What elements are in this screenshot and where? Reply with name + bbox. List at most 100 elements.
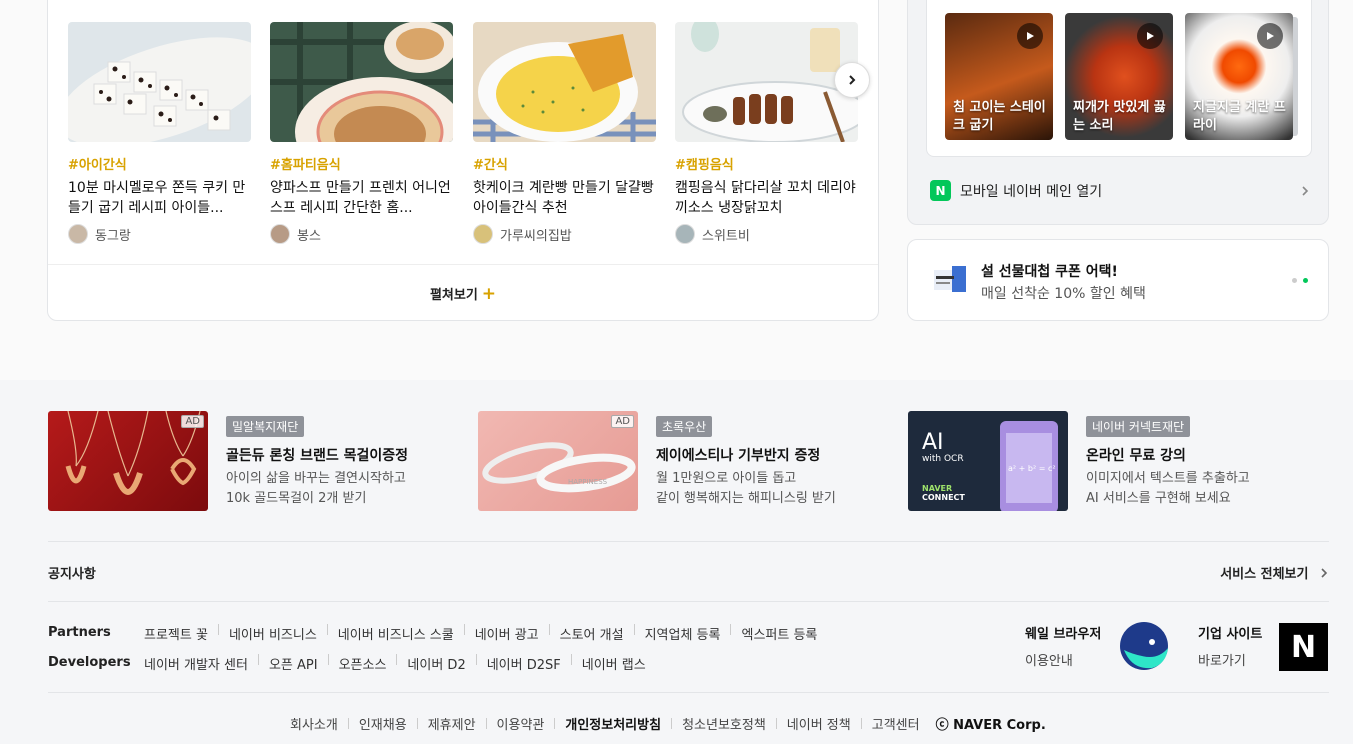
- ad-item[interactable]: AD 밀알복지재단 골든듀 론칭 브랜드 목걸이증정 아이의 삶을 바꾸는 결연…: [48, 411, 468, 511]
- partner-link[interactable]: 네이버 비즈니스 스쿨: [338, 624, 454, 643]
- partner-link[interactable]: 네이버 비즈니스: [229, 624, 317, 643]
- video-card[interactable]: 침 고이는 스테이크 굽기: [945, 13, 1053, 140]
- partner-link[interactable]: 엑스퍼트 등록: [741, 624, 817, 643]
- recipe-tag[interactable]: #간식: [473, 154, 656, 173]
- notice-link[interactable]: 공지사항: [48, 563, 96, 582]
- recipe-tag[interactable]: #홈파티음식: [270, 154, 453, 173]
- ad-image[interactable]: AD: [48, 411, 208, 511]
- recipe-card[interactable]: #간식 핫케이크 계란빵 만들기 달걀빵 아이들간식 추천 가루씨의집밥: [473, 22, 656, 244]
- video-card[interactable]: 지글지글 계란 프라이: [1185, 13, 1293, 140]
- footer-link[interactable]: 제휴제안: [428, 714, 476, 733]
- separator: [548, 624, 550, 635]
- whale-title: 웨일 브라우저: [1025, 627, 1102, 642]
- onion-soup-image: [270, 22, 453, 142]
- partner-link[interactable]: 지역업체 등록: [645, 624, 721, 643]
- developer-link[interactable]: 네이버 랩스: [582, 654, 646, 673]
- recipe-tag[interactable]: #아이간식: [68, 154, 251, 173]
- partner-link[interactable]: 네이버 광고: [475, 624, 539, 643]
- recipe-title[interactable]: 10분 마시멜로우 쫀득 쿠키 만들기 굽기 레시피 아이들...: [68, 178, 251, 218]
- recipe-title[interactable]: 캠핑음식 닭다리살 꼬치 데리야끼소스 냉장닭꼬치: [675, 178, 858, 218]
- developer-link[interactable]: 네이버 개발자 센터: [144, 654, 248, 673]
- recipe-card[interactable]: #캠핑음식 캠핑음식 닭다리살 꼬치 데리야끼소스 냉장닭꼬치 스위트비: [675, 22, 858, 244]
- recipe-thumbnail[interactable]: [270, 22, 453, 142]
- carousel-dot[interactable]: [1292, 278, 1297, 283]
- recipe-author[interactable]: 동그랑: [68, 224, 251, 244]
- recipe-title[interactable]: 핫케이크 계란빵 만들기 달걀빵 아이들간식 추천: [473, 178, 656, 218]
- carousel-indicator[interactable]: [1292, 278, 1308, 283]
- plus-icon: +: [481, 283, 497, 304]
- recipe-title[interactable]: 양파스프 만들기 프렌치 어니언스프 레시피 간단한 홈...: [270, 178, 453, 218]
- expand-button[interactable]: 펼쳐보기 +: [48, 264, 878, 322]
- next-slide-button[interactable]: [834, 62, 870, 98]
- privacy-policy-link[interactable]: 개인정보처리방침: [565, 714, 661, 733]
- ad-item[interactable]: AI with OCR NAVER CONNECT a² + b² = c² 네…: [908, 411, 1328, 511]
- footer-link[interactable]: 인재채용: [359, 714, 407, 733]
- whale-browser-link[interactable]: 웨일 브라우저 이용안내: [1025, 623, 1101, 669]
- ad-image[interactable]: HAPPINESS AD: [478, 411, 638, 511]
- naver-logo-icon[interactable]: N: [1279, 623, 1328, 671]
- naver-text: NAVER: [922, 484, 952, 493]
- separator: [775, 718, 777, 729]
- connect-text: CONNECT: [922, 493, 965, 502]
- divider: [48, 541, 1329, 542]
- recipe-card[interactable]: #아이간식 10분 마시멜로우 쫀득 쿠키 만들기 굽기 레시피 아이들... …: [68, 22, 251, 244]
- developer-link[interactable]: 오픈 API: [269, 654, 318, 673]
- ad-image[interactable]: AI with OCR NAVER CONNECT a² + b² = c²: [908, 411, 1068, 511]
- author-name: 가루씨의집밥: [500, 228, 572, 244]
- separator: [257, 654, 259, 665]
- recipe-section: #아이간식 10분 마시멜로우 쫀득 쿠키 만들기 굽기 레시피 아이들... …: [47, 0, 879, 321]
- ad-desc-line: 월 1만원으로 아이들 돕고: [656, 471, 797, 486]
- recipe-tag[interactable]: #캠핑음식: [675, 154, 858, 173]
- footer-links: 회사소개 인재채용 제휴제안 이용약관 개인정보처리방침 청소년보호정책 네이버…: [290, 714, 1046, 733]
- recipe-card[interactable]: #홈파티음식 양파스프 만들기 프렌치 어니언스프 레시피 간단한 홈... 봉…: [270, 22, 453, 244]
- footer-link[interactable]: 네이버 정책: [787, 714, 851, 733]
- footer-link[interactable]: 회사소개: [290, 714, 338, 733]
- mobile-main-link[interactable]: N 모바일 네이버 메인 열기: [930, 180, 1310, 201]
- play-icon[interactable]: [1137, 23, 1163, 49]
- partner-link[interactable]: 스토어 개설: [560, 624, 624, 643]
- author-name: 동그랑: [95, 228, 131, 244]
- separator: [327, 654, 329, 665]
- footer-link[interactable]: 고객센터: [872, 714, 920, 733]
- partner-link[interactable]: 프로젝트 꽃: [144, 624, 208, 643]
- corp-subtitle: 바로가기: [1198, 654, 1246, 669]
- footer-link[interactable]: 이용약관: [497, 714, 545, 733]
- recipe-thumbnail[interactable]: [675, 22, 858, 142]
- separator: [485, 718, 487, 729]
- ad-item[interactable]: HAPPINESS AD 초록우산 제이에스티나 기부반지 증정 월 1만원으로…: [478, 411, 898, 511]
- service-all-link[interactable]: 서비스 전체보기: [1220, 563, 1329, 582]
- play-icon[interactable]: [1017, 23, 1043, 49]
- play-icon[interactable]: [1257, 23, 1283, 49]
- developer-link[interactable]: 네이버 D2SF: [487, 654, 561, 673]
- ring-engraving: HAPPINESS: [568, 478, 608, 486]
- separator: [217, 624, 219, 635]
- marshmallow-cookie-image: [68, 22, 251, 142]
- video-title: 침 고이는 스테이크 굽기: [953, 100, 1046, 133]
- ai-title-text: AI: [922, 430, 944, 455]
- ad-title[interactable]: 온라인 무료 강의: [1086, 445, 1186, 465]
- footer-link[interactable]: 청소년보호정책: [682, 714, 766, 733]
- recipe-author[interactable]: 스위트비: [675, 224, 858, 244]
- ad-mark: AD: [181, 415, 204, 428]
- recipe-author[interactable]: 가루씨의집밥: [473, 224, 656, 244]
- coupon-banner[interactable]: 설 선물대첩 쿠폰 어택! 매일 선착순 10% 할인 혜택: [907, 239, 1329, 321]
- video-card[interactable]: 찌개가 맛있게 끓는 소리: [1065, 13, 1173, 140]
- developers-label: Developers: [48, 655, 131, 670]
- author-name: 봉스: [297, 228, 321, 244]
- developer-link[interactable]: 오픈소스: [339, 654, 387, 673]
- video-section: 침 고이는 스테이크 굽기 찌개가 맛있게 끓는 소리 지글지글 계란 프라이: [926, 0, 1312, 157]
- recipe-author[interactable]: 봉스: [270, 224, 453, 244]
- ad-title[interactable]: 제이에스티나 기부반지 증정: [656, 445, 820, 465]
- separator: [860, 718, 862, 729]
- corporate-site-link[interactable]: 기업 사이트 바로가기: [1198, 623, 1262, 669]
- separator: [396, 654, 398, 665]
- recipe-thumbnail[interactable]: [473, 22, 656, 142]
- service-all-label: 서비스 전체보기: [1220, 567, 1309, 582]
- whale-icon[interactable]: [1118, 620, 1170, 672]
- developer-link[interactable]: 네이버 D2: [407, 654, 465, 673]
- recipe-thumbnail[interactable]: [68, 22, 251, 142]
- ad-title[interactable]: 골든듀 론칭 브랜드 목걸이증정: [226, 445, 408, 465]
- copyright: ⓒ NAVER Corp.: [935, 718, 1046, 733]
- carousel-dot-active[interactable]: [1303, 278, 1308, 283]
- chevron-right-icon: [849, 75, 856, 85]
